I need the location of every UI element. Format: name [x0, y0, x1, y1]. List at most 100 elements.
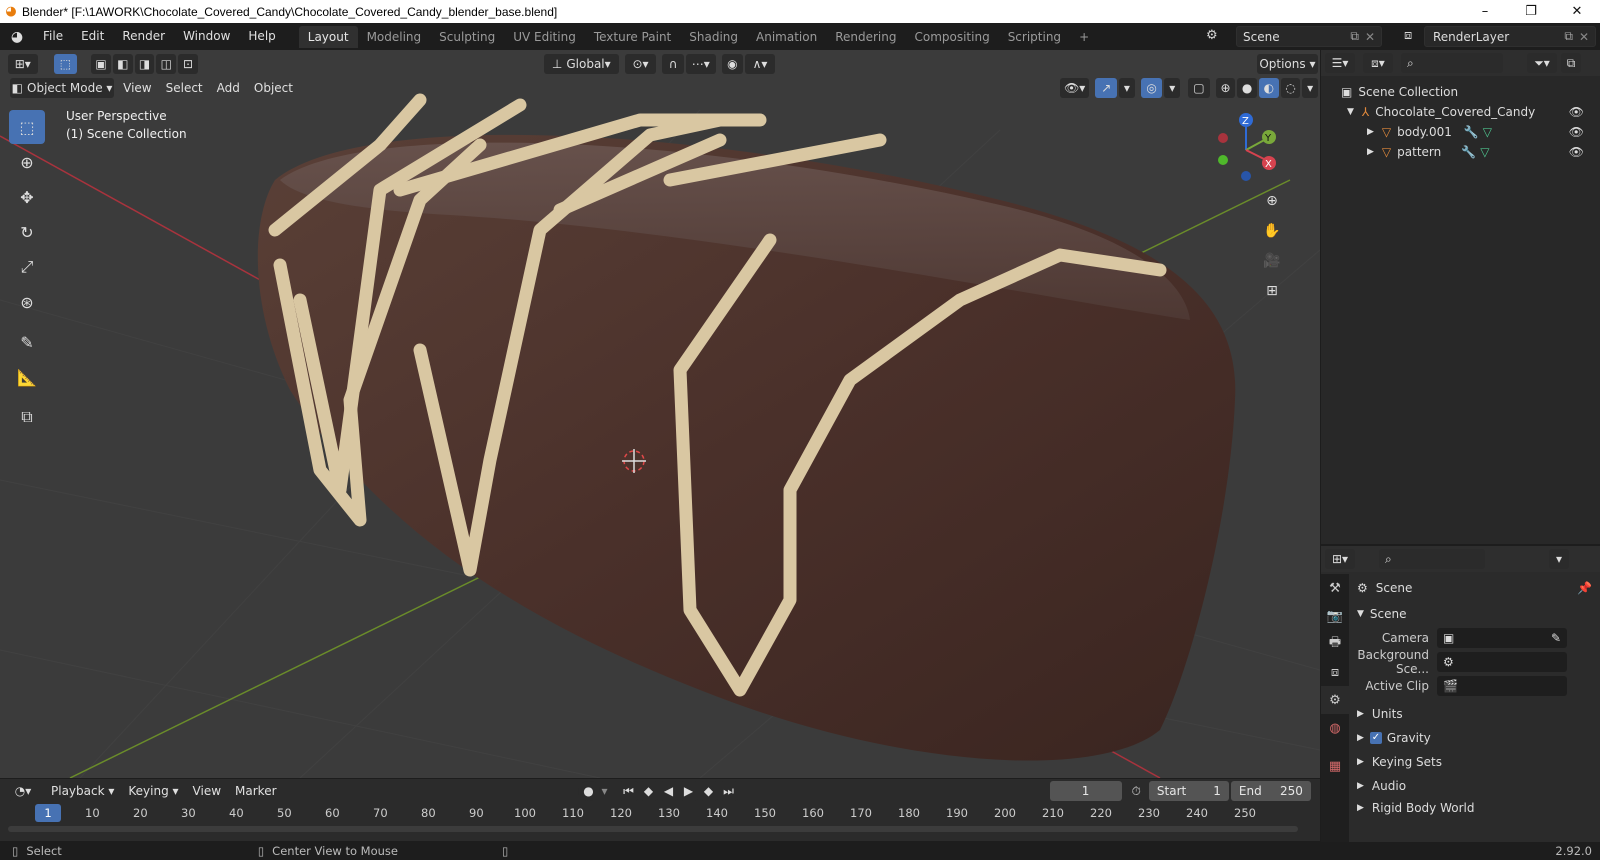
timeline-menu-keying[interactable]: Keying ▾ — [121, 784, 185, 798]
jump-prev-keyframe-button[interactable]: ◆ — [639, 781, 658, 801]
tab-texture-paint[interactable]: Texture Paint — [585, 26, 680, 48]
select-mode-extend-icon[interactable]: ◧ — [112, 54, 133, 74]
timeline-frame-ruler[interactable]: 1 10 20 30 40 50 60 70 80 90 100 110 120… — [0, 803, 1320, 823]
tab-animation[interactable]: Animation — [747, 26, 826, 48]
shading-options-dropdown[interactable]: ▾ — [1302, 78, 1318, 98]
texture-tab-icon[interactable]: ▦ — [1321, 752, 1349, 780]
options-dropdown[interactable]: Options ▾ — [1256, 54, 1318, 74]
mode-dropdown[interactable]: ◧ Object Mode ▾ — [10, 78, 115, 98]
outliner-item-body-001[interactable]: ▶ ▽ body.001 🔧 ▽ 👁 — [1321, 122, 1600, 142]
filter-dropdown[interactable]: ⏷▾ — [1527, 53, 1557, 73]
current-frame-value[interactable]: 1 — [1082, 784, 1090, 798]
outliner-item-chocolate-covered-candy[interactable]: ▼ ⅄ Chocolate_Covered_Candy 👁 — [1321, 102, 1600, 122]
tool-tab-icon[interactable]: ⚒ — [1321, 574, 1349, 602]
navigation-gizmo[interactable]: Z Y X — [1210, 110, 1290, 190]
audio-panel-title[interactable]: Audio — [1372, 779, 1406, 793]
mesh-data-icon[interactable]: ▽ — [1483, 125, 1492, 139]
scene-tab-icon[interactable]: ⚙ — [1321, 686, 1349, 714]
cursor-tool-icon[interactable]: ⊕ — [9, 145, 45, 179]
rigid-body-world-panel-title[interactable]: Rigid Body World — [1372, 801, 1475, 815]
background-scene-field[interactable]: ⚙ — [1437, 652, 1567, 672]
mode-value[interactable]: Object Mode — [27, 81, 103, 95]
auto-keying-button[interactable]: ● — [577, 781, 600, 801]
overlay-dropdown[interactable]: ▾ — [1164, 78, 1181, 98]
viewport-menu-view[interactable]: View — [116, 81, 158, 95]
gravity-checkbox[interactable]: ✓ — [1369, 732, 1382, 744]
rotate-tool-icon[interactable]: ↻ — [9, 215, 45, 249]
add-workspace-button[interactable]: + — [1070, 26, 1098, 48]
panel-collapse-icon[interactable]: ▶ — [1357, 757, 1364, 767]
render-tab-icon[interactable]: 📷 — [1321, 602, 1349, 630]
menu-edit[interactable]: Edit — [72, 23, 113, 50]
editor-type-button[interactable]: ⊞▾ — [8, 54, 38, 74]
timeline-menu-marker[interactable]: Marker — [228, 784, 283, 798]
proportional-falloff-dropdown[interactable]: ∧▾ — [745, 54, 775, 74]
viewport-menu-add[interactable]: Add — [210, 81, 247, 95]
properties-search-field[interactable]: ⌕ — [1379, 549, 1485, 569]
tab-sculpting[interactable]: Sculpting — [430, 26, 504, 48]
close-button[interactable]: ✕ — [1554, 0, 1600, 23]
measure-tool-icon[interactable]: 📐 — [9, 360, 45, 394]
gravity-panel-title[interactable]: Gravity — [1387, 731, 1431, 745]
wireframe-shading-button[interactable]: ⊕ — [1215, 78, 1236, 98]
select-mode-intersect-icon[interactable]: ⊡ — [178, 54, 198, 74]
select-box-tool-button[interactable]: ⬚ — [53, 54, 78, 74]
modifier-wrench-icon[interactable]: 🔧 — [1464, 125, 1479, 139]
tab-modeling[interactable]: Modeling — [358, 26, 431, 48]
visibility-eye-icon[interactable]: 👁 — [1569, 105, 1584, 119]
select-mode-invert-icon[interactable]: ◫ — [156, 54, 177, 74]
move-tool-icon[interactable]: ✥ — [9, 180, 45, 214]
play-button[interactable]: ▶ — [679, 781, 698, 801]
material-preview-shading-button[interactable]: ◐ — [1258, 78, 1279, 98]
menu-render[interactable]: Render — [113, 23, 174, 50]
snap-toggle-button[interactable]: ∩ — [662, 54, 684, 74]
menu-help[interactable]: Help — [239, 23, 284, 50]
end-frame-value[interactable]: 250 — [1280, 784, 1303, 798]
output-tab-icon[interactable]: 🖶 — [1321, 630, 1349, 658]
viewport-menu-select[interactable]: Select — [159, 81, 210, 95]
camera-view-icon[interactable]: 🎥 — [1259, 248, 1285, 274]
jump-next-keyframe-button[interactable]: ◆ — [699, 781, 718, 801]
add-cube-tool-icon[interactable]: ⧉ — [9, 400, 45, 434]
visibility-eye-icon[interactable]: 👁 — [1569, 125, 1584, 139]
minimize-button[interactable]: – — [1462, 0, 1508, 23]
scene-panel-header[interactable]: ▼ Scene — [1351, 602, 1600, 626]
pan-hand-icon[interactable]: ✋ — [1259, 218, 1285, 244]
expand-arrow-icon[interactable]: ▼ — [1347, 107, 1354, 117]
zoom-icon[interactable]: ⊕ — [1259, 188, 1285, 214]
new-view-layer-icon[interactable]: ⧉ — [1564, 29, 1573, 44]
active-clip-field[interactable]: 🎬 — [1437, 676, 1567, 696]
outliner-item-pattern[interactable]: ▶ ▽ pattern 🔧 ▽ 👁 — [1321, 142, 1600, 162]
solid-shading-button[interactable]: ● — [1237, 78, 1257, 98]
menu-window[interactable]: Window — [174, 23, 239, 50]
world-tab-icon[interactable]: ◍ — [1321, 714, 1349, 742]
expand-arrow-icon[interactable]: ▶ — [1367, 147, 1374, 157]
scene-collection-row[interactable]: ▣ Scene Collection — [1321, 82, 1600, 102]
display-mode-dropdown[interactable]: ⧈▾ — [1363, 53, 1393, 73]
properties-options-dropdown[interactable]: ▾ — [1549, 549, 1569, 569]
viewport-menu-object[interactable]: Object — [247, 81, 300, 95]
units-panel-title[interactable]: Units — [1372, 707, 1403, 721]
panel-collapse-icon[interactable]: ▶ — [1357, 781, 1364, 791]
viewport-scene[interactable] — [0, 50, 1320, 778]
tab-compositing[interactable]: Compositing — [905, 26, 998, 48]
keying-label[interactable]: Keying — [128, 784, 168, 798]
outliner-search-field[interactable]: ⌕ — [1401, 53, 1503, 73]
timeline-menu-view[interactable]: View — [186, 784, 228, 798]
tab-rendering[interactable]: Rendering — [826, 26, 905, 48]
xray-toggle-button[interactable]: ▢ — [1188, 78, 1210, 98]
visibility-eye-icon[interactable]: 👁 — [1569, 145, 1584, 159]
annotate-tool-icon[interactable]: ✎ — [9, 325, 45, 359]
blender-menu-icon[interactable]: ◕ — [0, 29, 34, 45]
jump-start-button[interactable]: ⏮ — [619, 781, 638, 801]
snap-target-dropdown[interactable]: ⋯▾ — [686, 54, 716, 74]
new-scene-icon[interactable]: ⧉ — [1350, 29, 1359, 44]
visibility-dropdown[interactable]: 👁▾ — [1059, 78, 1090, 98]
view-layer-name[interactable]: RenderLayer — [1425, 30, 1509, 44]
panel-collapse-icon[interactable]: ▶ — [1357, 709, 1364, 719]
start-frame-value[interactable]: 1 — [1213, 784, 1221, 798]
properties-editor-type-button[interactable]: ⊞▾ — [1325, 549, 1355, 569]
eyedropper-icon[interactable]: ✎ — [1551, 631, 1561, 645]
perspective-toggle-icon[interactable]: ⊞ — [1259, 278, 1285, 304]
maximize-button[interactable]: ❐ — [1508, 0, 1554, 23]
